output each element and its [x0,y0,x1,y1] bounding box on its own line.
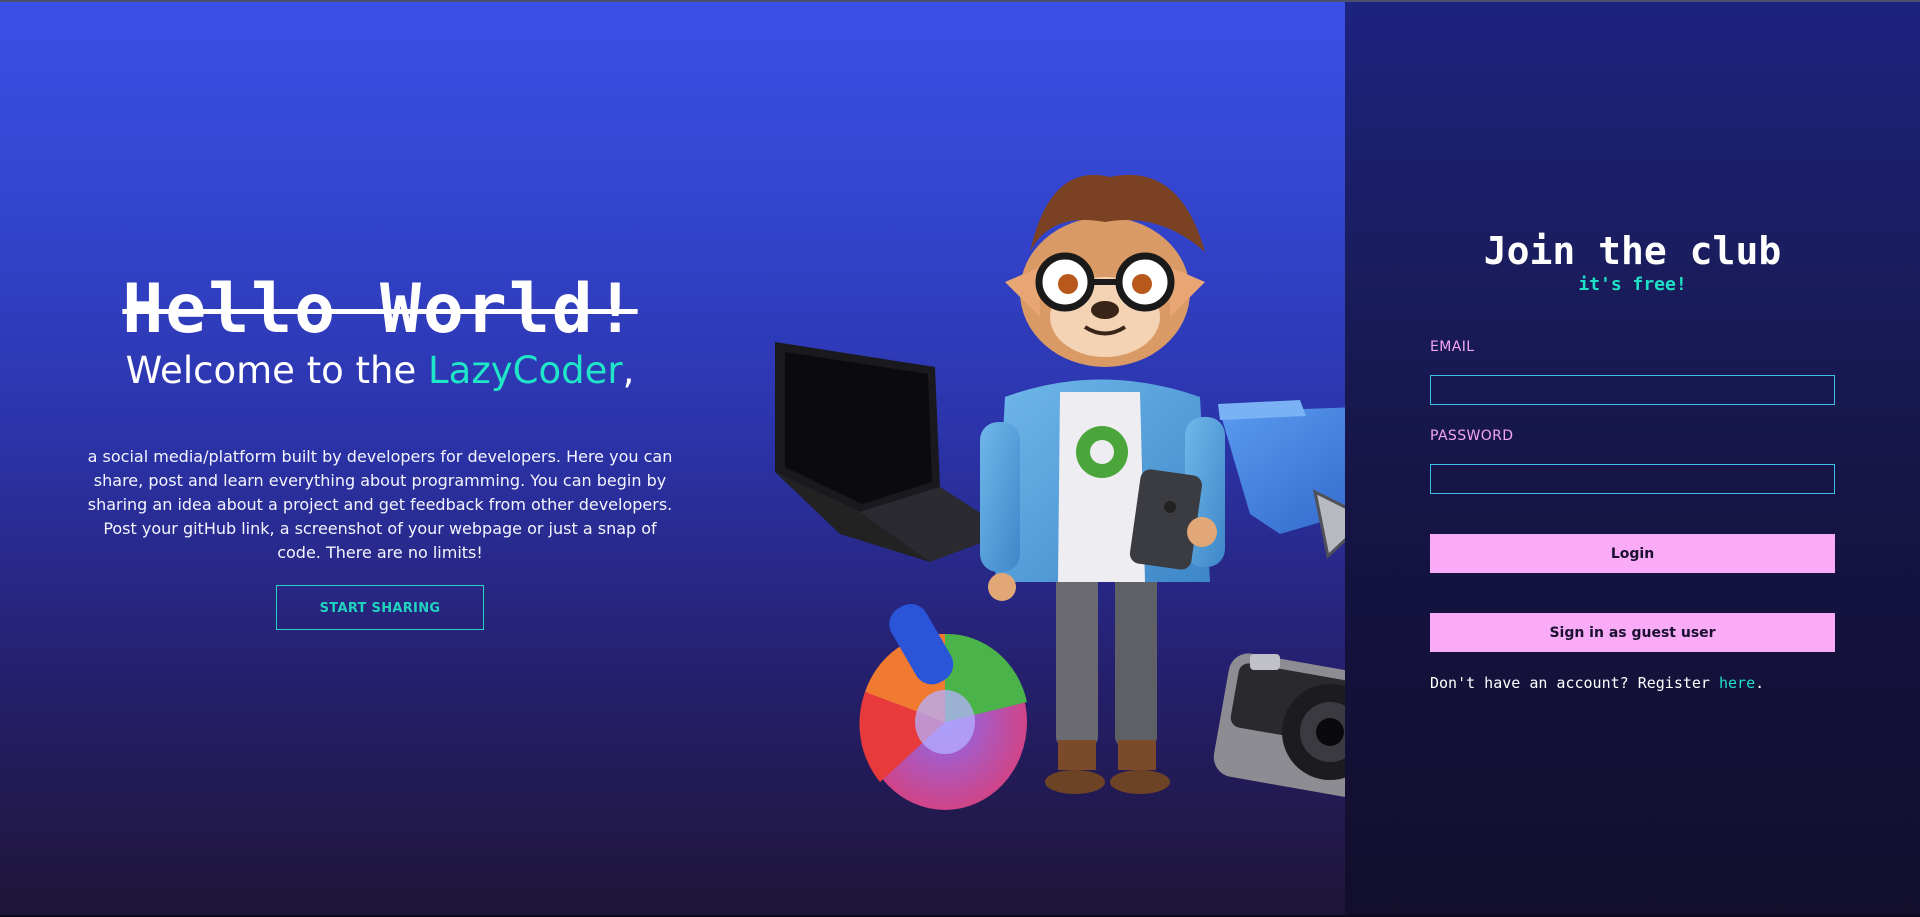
cursor-icon [1312,489,1345,559]
email-label: EMAIL [1430,339,1475,355]
color-wheel-icon [859,603,1027,810]
login-panel: Join the club it's free! EMAIL PASSWORD … [1345,2,1920,915]
free-subheading: it's free! [1578,274,1687,295]
password-label: PASSWORD [1430,428,1514,444]
welcome-suffix: , [622,349,635,392]
camera-icon [1213,653,1345,806]
hero-illustration [775,174,1345,810]
register-link[interactable]: here [1719,674,1755,692]
join-heading: Join the club [1483,229,1782,273]
welcome-prefix: Welcome to the [125,349,429,392]
welcome-heading: Welcome to the LazyCoder, [60,348,700,394]
brand-name: LazyCoder [428,349,623,392]
register-prompt: Don't have an account? Register here. [1430,674,1764,692]
hello-world-heading: Hello World! [122,270,638,349]
hero-section: Hello World! Welcome to the LazyCoder, a… [0,2,1345,917]
laptop-icon [775,342,1010,562]
email-field[interactable] [1430,375,1835,405]
hero-description: a social media/platform built by develop… [87,447,673,562]
start-sharing-button[interactable]: START SHARING [276,585,484,630]
login-button[interactable]: Login [1430,534,1835,573]
guest-login-button[interactable]: Sign in as guest user [1430,613,1835,652]
register-period: . [1755,674,1765,692]
password-field[interactable] [1430,464,1835,494]
register-text: Don't have an account? Register [1430,674,1719,692]
hero-text-block: Hello World! Welcome to the LazyCoder, a… [60,270,700,630]
tablet-icon [1129,469,1202,570]
